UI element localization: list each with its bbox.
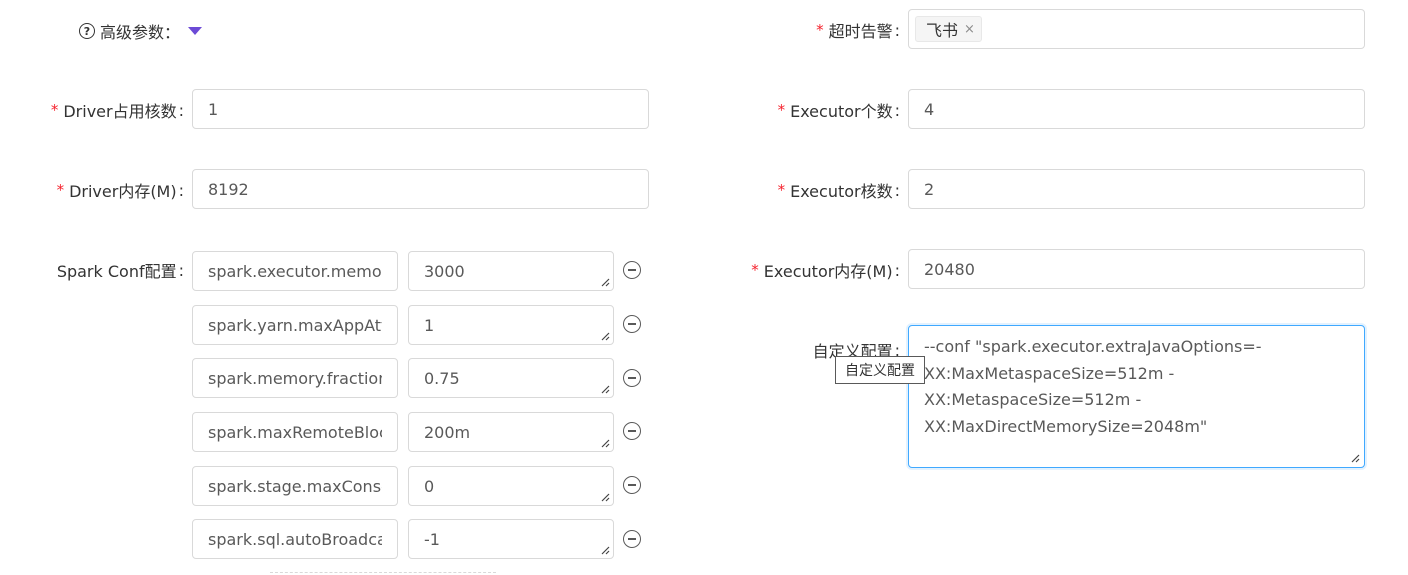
executor-cores-input[interactable]: 2 <box>908 169 1365 209</box>
spark-conf-key-input[interactable]: spark.executor.memory <box>192 251 398 291</box>
label-colon: : <box>178 260 184 280</box>
executor-memory-value: 20480 <box>924 259 975 279</box>
resize-handle-icon[interactable] <box>601 278 610 287</box>
remove-conf-button[interactable] <box>623 315 641 333</box>
spark-conf-value: -1 <box>424 529 440 549</box>
question-circle-icon: ? <box>79 23 95 39</box>
spark-conf-value-input[interactable]: 0.75 <box>408 358 614 398</box>
custom-config-textarea[interactable]: --conf "spark.executor.extraJavaOptions=… <box>908 325 1365 468</box>
executor-memory-label-text: Executor内存(M) <box>763 262 893 281</box>
driver-cores-value: 1 <box>208 99 219 119</box>
executor-memory-label: * Executor内存(M) : <box>751 250 900 290</box>
driver-cores-label: * Driver占用核数 : <box>51 90 184 130</box>
alert-tag-label: 飞书 <box>926 21 959 40</box>
custom-config-line: XX:MaxDirectMemorySize=2048m" <box>924 416 1208 436</box>
custom-config-line: --conf "spark.executor.extraJavaOptions=… <box>924 337 1262 356</box>
spark-conf-label-text: Spark Conf配置 <box>56 262 177 281</box>
spark-conf-value-input[interactable]: 3000 <box>408 251 614 291</box>
caret-down-icon <box>188 27 203 35</box>
close-icon[interactable]: × <box>964 22 975 37</box>
label-colon: : <box>894 20 900 40</box>
driver-cores-label-text: Driver占用核数 <box>63 102 177 121</box>
spark-conf-key: spark.memory.fraction <box>208 368 382 388</box>
driver-memory-label: * Driver内存(M) : <box>57 170 184 210</box>
spark-conf-key: spark.stage.maxConsec <box>208 476 382 496</box>
spark-conf-key-input[interactable]: spark.sql.autoBroadcas <box>192 519 398 559</box>
driver-memory-input[interactable]: 8192 <box>192 169 649 209</box>
custom-config-line: XX:MaxMetaspaceSize=512m - <box>924 363 1175 383</box>
timeout-alert-select[interactable]: 飞书 × <box>908 9 1365 49</box>
custom-config-tooltip: 自定义配置 <box>835 356 925 384</box>
timeout-alert-label: * 超时告警 : <box>816 10 900 50</box>
required-asterisk: * <box>816 21 824 39</box>
label-colon: : <box>894 260 900 280</box>
spark-conf-value: 200m <box>424 422 471 442</box>
spark-conf-key-input[interactable]: spark.yarn.maxAppAtte <box>192 305 398 345</box>
spark-conf-value-input[interactable]: 0 <box>408 466 614 506</box>
spark-conf-key-input[interactable]: spark.memory.fraction <box>192 358 398 398</box>
remove-conf-button[interactable] <box>623 369 641 387</box>
label-colon: : <box>178 180 184 200</box>
required-asterisk: * <box>777 101 786 119</box>
spark-conf-value-input[interactable]: -1 <box>408 519 614 559</box>
spark-conf-value: 1 <box>424 315 435 335</box>
spark-conf-value-input[interactable]: 1 <box>408 305 614 345</box>
label-colon: : <box>894 100 900 120</box>
spark-conf-value: 3000 <box>424 261 465 281</box>
driver-memory-value: 8192 <box>208 179 249 199</box>
executor-count-value: 4 <box>924 99 935 119</box>
required-asterisk: * <box>50 101 59 119</box>
label-colon: : <box>178 100 184 120</box>
executor-cores-value: 2 <box>924 179 935 199</box>
advanced-params-label: 高级参数： <box>100 23 181 42</box>
remove-conf-button[interactable] <box>623 422 641 440</box>
executor-cores-label: * Executor核数 : <box>778 170 900 210</box>
resize-handle-icon[interactable] <box>601 332 610 341</box>
timeout-alert-label-text: 超时告警 <box>828 22 893 41</box>
spark-conf-key: spark.executor.memory <box>208 261 382 281</box>
executor-count-label: * Executor个数 : <box>778 90 900 130</box>
executor-count-label-text: Executor个数 <box>790 102 893 121</box>
resize-handle-icon[interactable] <box>601 439 610 448</box>
spark-conf-key-input[interactable]: spark.maxRemoteBlock <box>192 412 398 452</box>
spark-conf-key-input[interactable]: spark.stage.maxConsec <box>192 466 398 506</box>
executor-memory-input[interactable]: 20480 <box>908 249 1365 289</box>
label-colon: : <box>894 180 900 200</box>
remove-conf-button[interactable] <box>623 530 641 548</box>
resize-handle-icon[interactable] <box>601 493 610 502</box>
spark-conf-value: 0.75 <box>424 368 460 388</box>
resize-handle-icon[interactable] <box>601 385 610 394</box>
spark-conf-value-input[interactable]: 200m <box>408 412 614 452</box>
spark-conf-label: Spark Conf配置 : <box>57 250 184 290</box>
alert-tag-feishu: 飞书 × <box>915 16 982 42</box>
required-asterisk: * <box>777 181 786 199</box>
spark-conf-key: spark.maxRemoteBlock <box>208 422 382 442</box>
resize-handle-icon[interactable] <box>1351 454 1360 463</box>
remove-conf-button[interactable] <box>623 476 641 494</box>
advanced-params-toggle[interactable]: ? 高级参数： <box>79 16 203 46</box>
required-asterisk: * <box>56 181 65 199</box>
executor-cores-label-text: Executor核数 <box>790 182 893 201</box>
spark-conf-key: spark.sql.autoBroadcas <box>208 529 382 549</box>
executor-count-input[interactable]: 4 <box>908 89 1365 129</box>
remove-conf-button[interactable] <box>623 261 641 279</box>
driver-memory-label-text: Driver内存(M) <box>69 182 177 201</box>
resize-handle-icon[interactable] <box>601 546 610 555</box>
required-asterisk: * <box>751 261 759 279</box>
spark-conf-value: 0 <box>424 476 435 496</box>
spark-conf-key: spark.yarn.maxAppAtte <box>208 315 382 335</box>
custom-config-line: XX:MetaspaceSize=512m - <box>924 390 1142 409</box>
driver-cores-input[interactable]: 1 <box>192 89 649 129</box>
